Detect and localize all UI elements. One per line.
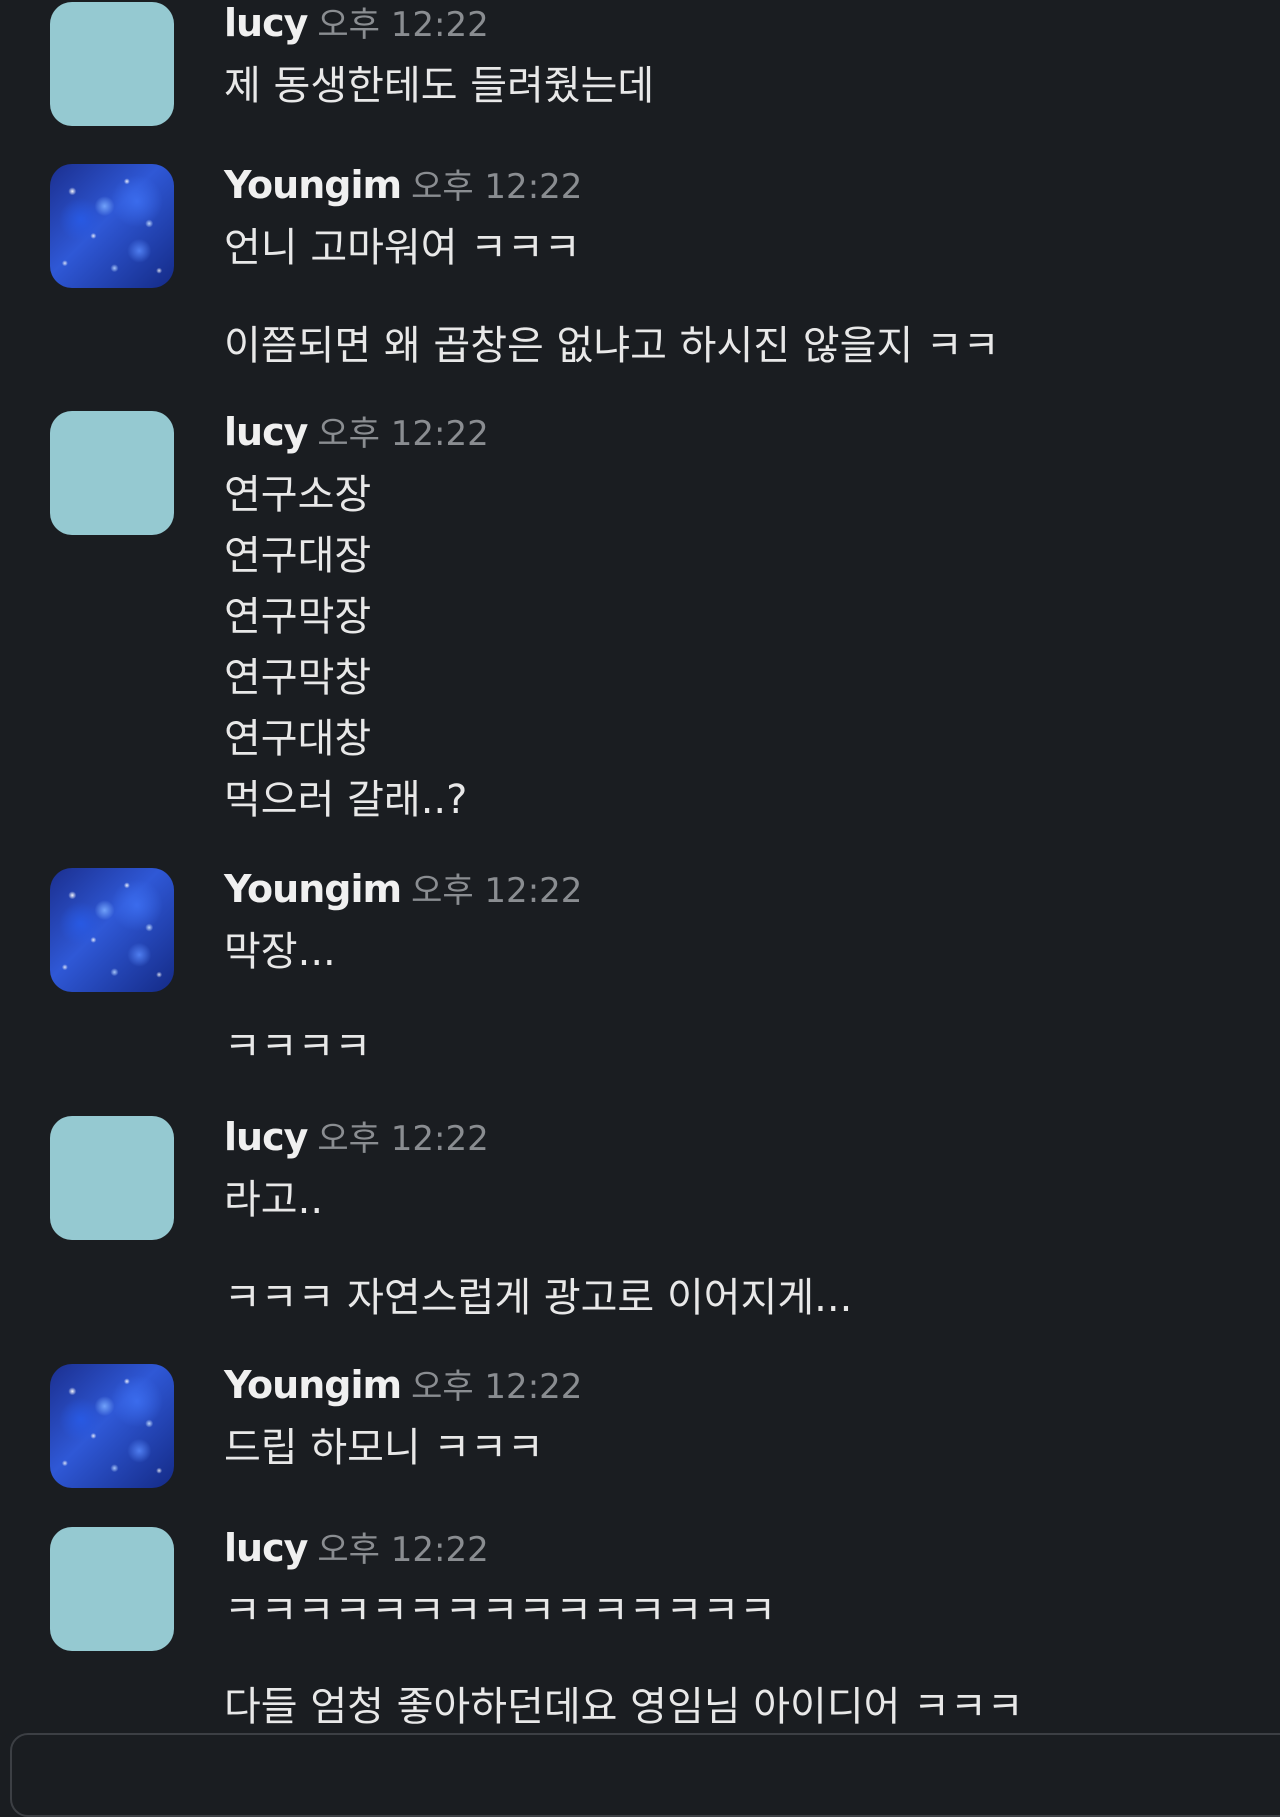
timestamp[interactable]: 오후 12:22 — [411, 871, 582, 911]
message-header: Youngim 오후 12:22 — [224, 162, 582, 208]
message-feed[interactable]: lucy 오후 12:22 제 동생한테도 들려줬는데 Youngim 오후 12:… — [0, 0, 1280, 1759]
message-text: ㅋㅋㅋㅋ — [224, 1024, 372, 1070]
avatar-lucy[interactable] — [50, 2, 174, 126]
message-text: 연구막장 — [224, 594, 372, 640]
message-text: 연구막창 — [224, 655, 372, 701]
timestamp[interactable]: 오후 12:22 — [317, 1530, 488, 1570]
message-text: 연구소장 — [224, 472, 372, 518]
author-name[interactable]: lucy — [224, 410, 308, 454]
avatar-youngim[interactable] — [50, 1364, 174, 1488]
author-name[interactable]: lucy — [224, 1115, 308, 1159]
message-composer[interactable] — [10, 1733, 1280, 1817]
avatar-lucy[interactable] — [50, 411, 174, 535]
message-text: 다들 엄청 좋아하던데요 영임님 아이디어 ㅋㅋㅋ — [224, 1684, 1024, 1730]
message-text: 막장... — [224, 929, 336, 975]
message-header: lucy 오후 12:22 — [224, 409, 489, 455]
message-header: Youngim 오후 12:22 — [224, 866, 582, 912]
message-text: ㅋㅋㅋㅋㅋㅋㅋㅋㅋㅋㅋㅋㅋㅋㅋ — [224, 1588, 776, 1634]
message-header: Youngim 오후 12:22 — [224, 1362, 582, 1408]
message-header: lucy 오후 12:22 — [224, 0, 489, 46]
message-text: 이쯤되면 왜 곱창은 없냐고 하시진 않을지 ㅋㅋ — [224, 323, 1000, 369]
timestamp[interactable]: 오후 12:22 — [411, 167, 582, 207]
author-name[interactable]: Youngim — [224, 1363, 402, 1407]
timestamp[interactable]: 오후 12:22 — [411, 1367, 582, 1407]
message-text: ㅋㅋㅋ 자연스럽게 광고로 이어지게... — [224, 1275, 853, 1321]
timestamp[interactable]: 오후 12:22 — [317, 414, 488, 454]
message-header: lucy 오후 12:22 — [224, 1114, 489, 1160]
timestamp[interactable]: 오후 12:22 — [317, 1119, 488, 1159]
message-header: lucy 오후 12:22 — [224, 1525, 489, 1571]
message-text: 연구대장 — [224, 533, 372, 579]
message-text: 먹으러 갈래..? — [224, 777, 468, 823]
message-text: 언니 고마워여 ㅋㅋㅋ — [224, 225, 581, 271]
author-name[interactable]: lucy — [224, 1, 308, 45]
avatar-lucy[interactable] — [50, 1527, 174, 1651]
timestamp[interactable]: 오후 12:22 — [317, 5, 488, 45]
avatar-youngim[interactable] — [50, 164, 174, 288]
avatar-youngim[interactable] — [50, 868, 174, 992]
author-name[interactable]: Youngim — [224, 867, 402, 911]
author-name[interactable]: Youngim — [224, 163, 402, 207]
message-text: 드립 하모니 ㅋㅋㅋ — [224, 1425, 544, 1471]
avatar-lucy[interactable] — [50, 1116, 174, 1240]
author-name[interactable]: lucy — [224, 1526, 308, 1570]
message-text: 라고.. — [224, 1177, 324, 1223]
message-text: 연구대창 — [224, 716, 372, 762]
message-text: 제 동생한테도 들려줬는데 — [224, 63, 655, 109]
